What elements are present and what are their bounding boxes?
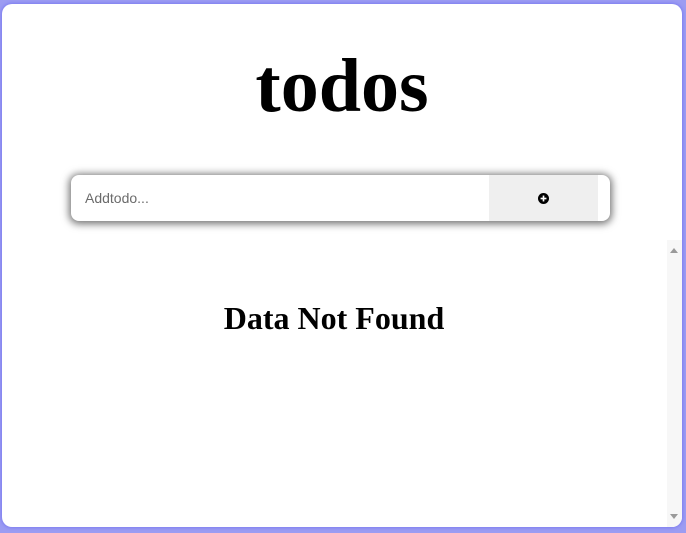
scroll-up-icon[interactable] — [670, 248, 678, 253]
vertical-scrollbar[interactable] — [667, 240, 682, 527]
add-todo-button[interactable] — [489, 175, 598, 221]
add-todo-input[interactable] — [71, 175, 489, 221]
plus-circle-icon — [538, 192, 549, 204]
todo-list: Data Not Found — [2, 240, 682, 527]
add-todo-bar — [71, 175, 610, 221]
empty-state-message: Data Not Found — [223, 300, 445, 336]
app-title: todos — [255, 44, 429, 128]
app-card: todos Data Not Found — [2, 4, 682, 527]
scroll-down-icon[interactable] — [670, 514, 678, 519]
